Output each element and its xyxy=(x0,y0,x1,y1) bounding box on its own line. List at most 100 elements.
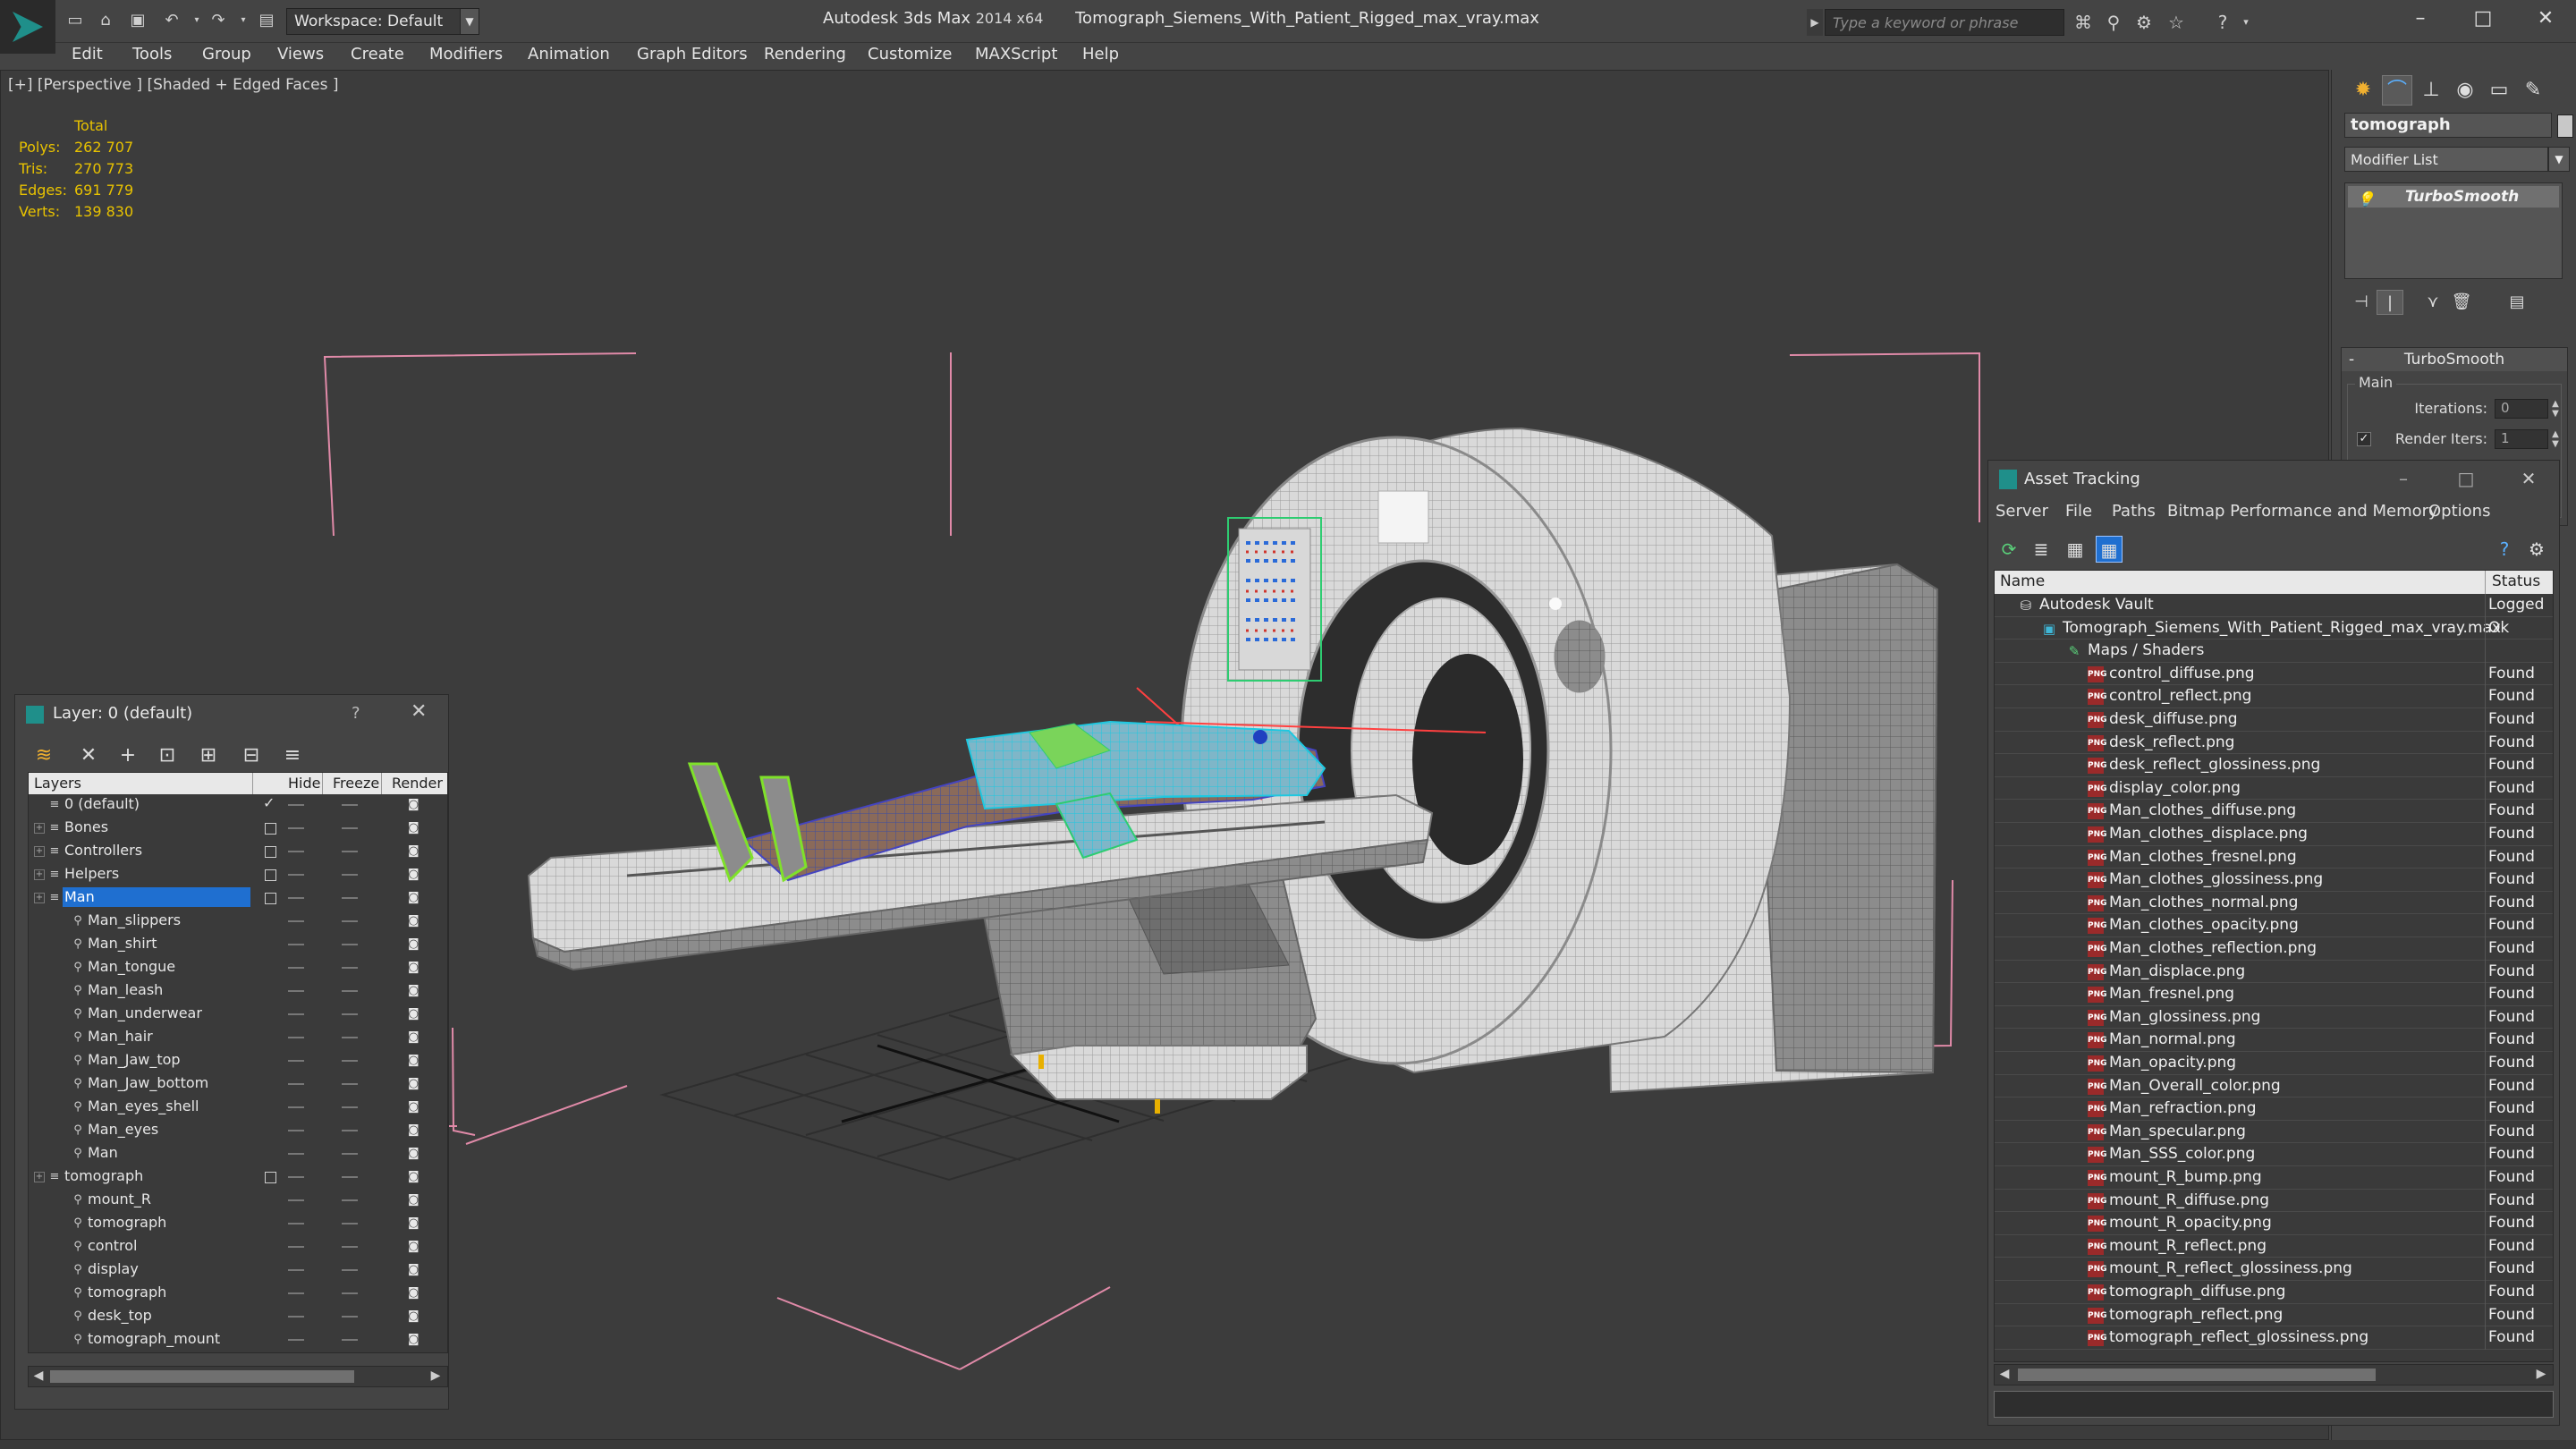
layer-name[interactable]: Man xyxy=(63,887,250,907)
configure-modifier-sets-icon[interactable]: ▤ xyxy=(2504,290,2530,315)
communication-center-icon[interactable]: ⚙ xyxy=(2132,11,2156,34)
render-teapot-icon[interactable]: ◙ xyxy=(408,984,424,997)
layer-name[interactable]: Man_shirt xyxy=(86,934,250,953)
freeze-toggle[interactable] xyxy=(342,1269,358,1271)
column-status[interactable]: Status xyxy=(2492,572,2540,590)
hide-toggle[interactable] xyxy=(288,967,304,969)
asset-row[interactable]: PNG Man_clothes_normal.png Found xyxy=(1995,891,2553,915)
asset-row[interactable]: PNG Man_SSS_color.png Found xyxy=(1995,1143,2553,1167)
hide-toggle[interactable] xyxy=(288,1199,304,1201)
favorites-star-icon[interactable]: ☆ xyxy=(2165,11,2188,34)
layer-name[interactable]: Man_Jaw_bottom xyxy=(86,1073,250,1093)
asset-row[interactable]: PNG display_color.png Found xyxy=(1995,776,2553,801)
layer-name[interactable]: tomograph xyxy=(86,1283,250,1302)
asset-row[interactable]: PNG control_reflect.png Found xyxy=(1995,685,2553,709)
add-to-layer-icon[interactable]: ⊡ xyxy=(153,741,182,770)
show-end-result-icon[interactable]: | xyxy=(2377,290,2403,315)
freeze-toggle[interactable] xyxy=(342,1223,358,1224)
freeze-toggle[interactable] xyxy=(342,967,358,969)
asset-row[interactable]: ✎ Maps / Shaders xyxy=(1995,640,2553,664)
render-teapot-icon[interactable]: ◙ xyxy=(408,821,424,835)
layer-name[interactable]: Man_hair xyxy=(86,1027,250,1046)
hide-toggle[interactable] xyxy=(288,851,304,852)
render-teapot-icon[interactable]: ◙ xyxy=(408,1216,424,1230)
freeze-toggle[interactable] xyxy=(342,1339,358,1341)
save-file-icon[interactable]: ▣ xyxy=(127,11,148,30)
set-current-layer-box[interactable] xyxy=(265,823,276,835)
render-teapot-icon[interactable]: ◙ xyxy=(408,1030,424,1044)
workspace-select[interactable]: Workspace: Default xyxy=(286,8,479,35)
scroll-right-icon[interactable]: ▶ xyxy=(2533,1367,2549,1381)
app-menu-button[interactable] xyxy=(0,0,55,54)
freeze-toggle[interactable] xyxy=(342,1013,358,1015)
object-color-swatch[interactable] xyxy=(2557,114,2573,138)
refresh-icon[interactable]: ⟳ xyxy=(1996,536,2022,563)
asset-row[interactable]: PNG Man_clothes_displace.png Found xyxy=(1995,823,2553,846)
asset-row[interactable]: PNG desk_reflect_glossiness.png Found xyxy=(1995,754,2553,778)
freeze-toggle[interactable] xyxy=(342,1199,358,1201)
scroll-right-icon[interactable]: ▶ xyxy=(428,1368,444,1383)
layer-name[interactable]: display xyxy=(86,1259,250,1279)
menu-file[interactable]: File xyxy=(2065,502,2092,521)
layer-object-row[interactable]: ⚲ tomograph_mount ◙ xyxy=(29,1329,447,1351)
subscription-key-icon[interactable]: ⚲ xyxy=(2102,11,2125,34)
asset-row[interactable]: PNG Man_clothes_fresnel.png Found xyxy=(1995,845,2553,869)
layer-name[interactable]: tomograph xyxy=(63,1166,250,1186)
asset-path-field[interactable] xyxy=(1994,1391,2554,1418)
layer-object-row[interactable]: ⚲ Man_hair ◙ xyxy=(29,1027,447,1048)
redo-dropdown-icon[interactable]: ▾ xyxy=(233,11,254,30)
layers-tool-icon[interactable]: ≋ xyxy=(30,741,58,770)
help-button[interactable]: ? xyxy=(352,704,360,723)
layer-object-row[interactable]: ⚲ tomograph ◙ xyxy=(29,1283,447,1304)
set-current-layer-box[interactable] xyxy=(265,1172,276,1183)
spinner-arrows-icon[interactable]: ▲ ▼ xyxy=(2550,399,2561,419)
layer-object-row[interactable]: ⚲ Man_eyes_shell ◙ xyxy=(29,1097,447,1118)
rollout-header[interactable]: - TurboSmooth xyxy=(2342,348,2567,371)
layer-row[interactable]: + ≡ Helpers ◙ xyxy=(29,864,447,886)
layer-object-row[interactable]: ⚲ display ◙ xyxy=(29,1259,447,1281)
freeze-toggle[interactable] xyxy=(342,1246,358,1248)
expand-toggle-icon[interactable]: + xyxy=(34,1172,45,1182)
layer-name[interactable]: Man_leash xyxy=(86,980,250,1000)
layer-manager-titlebar[interactable]: Layer: 0 (default) ? ✕ xyxy=(15,695,448,734)
new-file-icon[interactable]: ▭ xyxy=(64,11,86,30)
render-teapot-icon[interactable]: ◙ xyxy=(408,1286,424,1300)
render-teapot-icon[interactable]: ◙ xyxy=(408,914,424,928)
render-teapot-icon[interactable]: ◙ xyxy=(408,798,424,811)
hierarchy-tab-icon[interactable]: ⊥ xyxy=(2416,75,2446,106)
menu-edit[interactable]: Edit xyxy=(72,45,103,64)
layer-name[interactable]: Man_slippers xyxy=(86,911,250,930)
hide-all-layers-icon[interactable]: ≡ xyxy=(278,741,307,770)
hide-toggle[interactable] xyxy=(288,1037,304,1038)
layer-object-row[interactable]: ⚲ Man_tongue ◙ xyxy=(29,957,447,979)
modifier-list-dropdown[interactable]: Modifier List xyxy=(2344,147,2548,172)
asset-row[interactable]: PNG mount_R_bump.png Found xyxy=(1995,1166,2553,1190)
utilities-tab-icon[interactable]: ✎ xyxy=(2518,75,2548,106)
scrollbar-thumb[interactable] xyxy=(50,1370,354,1383)
column-render[interactable]: Render xyxy=(392,775,443,792)
set-current-layer-box[interactable] xyxy=(265,869,276,881)
menu-paths[interactable]: Paths xyxy=(2112,502,2156,521)
freeze-toggle[interactable] xyxy=(342,1106,358,1108)
maximize-icon[interactable]: □ xyxy=(2450,462,2482,495)
menu-maxscript[interactable]: MAXScript xyxy=(975,45,1057,64)
set-current-layer-box[interactable] xyxy=(265,846,276,858)
table-view-icon[interactable]: ▦ xyxy=(2096,536,2123,563)
hide-toggle[interactable] xyxy=(288,1176,304,1178)
asset-row[interactable]: PNG tomograph_reflect.png Found xyxy=(1995,1303,2553,1327)
render-teapot-icon[interactable]: ◙ xyxy=(408,1193,424,1207)
minimize-icon[interactable]: – xyxy=(2387,462,2419,495)
hide-toggle[interactable] xyxy=(288,874,304,876)
layer-name[interactable]: desk_top xyxy=(86,1306,250,1326)
render-teapot-icon[interactable]: ◙ xyxy=(408,868,424,881)
render-teapot-icon[interactable]: ◙ xyxy=(408,1007,424,1021)
redo-icon[interactable]: ↷ xyxy=(208,11,229,30)
undo-dropdown-icon[interactable]: ▾ xyxy=(186,11,208,30)
freeze-toggle[interactable] xyxy=(342,874,358,876)
layer-name[interactable]: Man_tongue xyxy=(86,957,250,977)
freeze-toggle[interactable] xyxy=(342,1060,358,1062)
asset-row[interactable]: PNG Man_fresnel.png Found xyxy=(1995,983,2553,1007)
freeze-toggle[interactable] xyxy=(342,804,358,806)
column-name[interactable]: Name xyxy=(2000,572,2045,590)
render-teapot-icon[interactable]: ◙ xyxy=(408,961,424,974)
